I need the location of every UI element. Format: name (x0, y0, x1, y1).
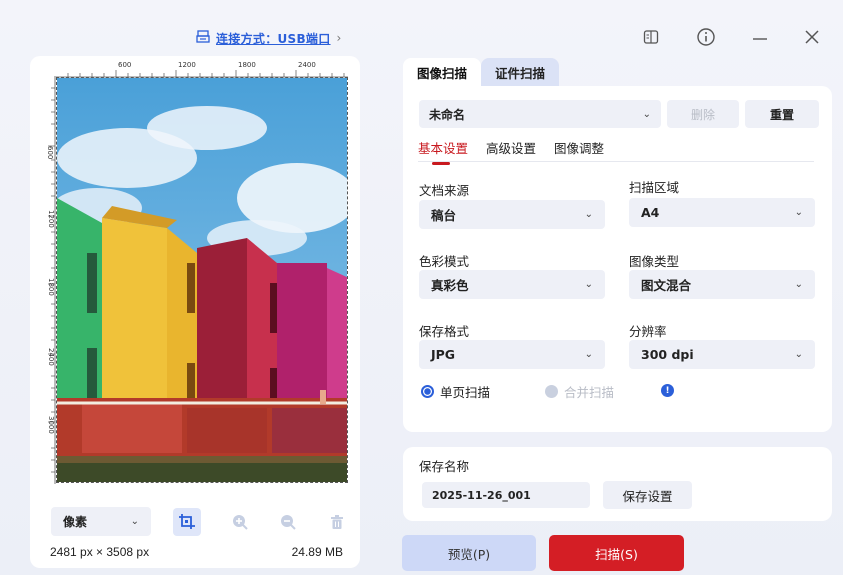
scan-mode-tabs: 图像扫描 证件扫描 (403, 58, 560, 86)
color-mode-label: 色彩模式 (419, 254, 470, 269)
unit-select[interactable]: 像素 ⌄ (51, 507, 151, 536)
preview-button[interactable]: 预览(P) (402, 535, 536, 571)
image-type-value: 图文混合 (641, 278, 692, 293)
single-page-radio[interactable]: 单页扫描 (421, 382, 490, 401)
save-name-input[interactable]: 2025-11-26_001 (422, 482, 590, 508)
delete-preview-button[interactable] (323, 508, 351, 536)
ruler-top-label: 2400 (298, 61, 316, 69)
reset-button[interactable]: 重置 (745, 100, 819, 128)
tab-id-scan[interactable]: 证件扫描 (481, 58, 560, 86)
single-page-label: 单页扫描 (440, 385, 491, 400)
merge-scan-label: 合并扫描 (564, 385, 615, 400)
ruler-left: 600 1200 1800 2400 3000 (46, 76, 56, 484)
doc-source-select[interactable]: 稿台 ⌄ (419, 200, 605, 229)
chevron-down-icon: ⌄ (794, 349, 803, 360)
ruler-top-label: 1200 (178, 61, 196, 69)
crop-button[interactable] (173, 508, 201, 536)
doc-source-label: 文档来源 (419, 183, 470, 198)
save-format-value: JPG (431, 347, 456, 362)
ruler-left-label: 1200 (47, 210, 55, 228)
chevron-down-icon: ⌄ (794, 207, 803, 218)
color-mode-value: 真彩色 (431, 278, 469, 293)
connection-link[interactable]: 连接方式：USB端口 › (196, 29, 341, 47)
profile-select-value: 未命名 (429, 107, 466, 122)
ruler-left-label: 600 (46, 146, 54, 159)
radio-selected-icon (421, 385, 434, 398)
tab-image-scan[interactable]: 图像扫描 (403, 58, 482, 86)
chevron-right-icon: › (336, 31, 342, 45)
close-icon[interactable] (800, 25, 824, 49)
doc-source-value: 稿台 (431, 208, 457, 223)
minimize-icon[interactable] (748, 25, 772, 49)
zoom-in-button[interactable] (226, 508, 254, 536)
zoom-out-icon (281, 515, 296, 530)
scan-button[interactable]: 扫描(S) (549, 535, 684, 571)
chevron-down-icon: ⌄ (794, 279, 803, 290)
zoom-in-icon (233, 515, 248, 530)
info-icon[interactable]: ! (661, 384, 674, 397)
ruler-top: 600 1200 1800 2400 (56, 61, 348, 78)
profile-select[interactable]: 未命名 ⌄ (419, 100, 661, 128)
ruler-left-label: 1800 (47, 278, 55, 296)
chevron-down-icon: ⌄ (584, 209, 593, 220)
save-format-label: 保存格式 (419, 324, 470, 339)
ruler-top-label: 1800 (238, 61, 256, 69)
unit-select-value: 像素 (63, 515, 88, 529)
connection-label[interactable]: 连接方式：USB端口 (216, 30, 331, 47)
trash-icon (331, 515, 343, 529)
radio-disabled-icon (545, 385, 558, 398)
scan-area-label: 扫描区域 (629, 180, 680, 195)
save-settings-button[interactable]: 保存设置 (603, 481, 692, 509)
scan-area-select[interactable]: A4 ⌄ (629, 198, 815, 227)
chevron-down-icon: ⌄ (642, 108, 651, 120)
book-icon[interactable] (639, 25, 663, 49)
file-size: 24.89 MB (291, 545, 343, 559)
chevron-down-icon: ⌄ (130, 516, 139, 527)
resolution-select[interactable]: 300 dpi ⌄ (629, 340, 815, 369)
save-format-select[interactable]: JPG ⌄ (419, 340, 605, 369)
ruler-left-label: 3000 (47, 416, 55, 434)
image-type-select[interactable]: 图文混合 ⌄ (629, 270, 815, 299)
image-dimensions: 2481 px × 3508 px (50, 545, 150, 559)
subtab-divider (418, 161, 814, 162)
ruler-left-label: 2400 (47, 348, 55, 366)
ruler-top-label: 600 (118, 61, 131, 69)
scanner-window: 连接方式：USB端口 › 600 1200 1800 2400 600 1200… (0, 0, 843, 575)
resolution-label: 分辨率 (629, 324, 667, 339)
scan-area-value: A4 (641, 205, 660, 220)
resolution-value: 300 dpi (641, 347, 694, 362)
delete-profile-button[interactable]: 删除 (667, 100, 739, 128)
info-icon[interactable] (694, 25, 718, 49)
chevron-down-icon: ⌄ (584, 279, 593, 290)
image-type-label: 图像类型 (629, 254, 680, 269)
zoom-out-button[interactable] (274, 508, 302, 536)
printer-icon (196, 29, 210, 47)
crop-icon (179, 514, 195, 529)
color-mode-select[interactable]: 真彩色 ⌄ (419, 270, 605, 299)
save-name-label: 保存名称 (419, 459, 470, 474)
merge-scan-radio[interactable]: 合并扫描 (545, 382, 614, 401)
chevron-down-icon: ⌄ (584, 349, 593, 360)
scan-preview-image[interactable] (56, 77, 348, 483)
